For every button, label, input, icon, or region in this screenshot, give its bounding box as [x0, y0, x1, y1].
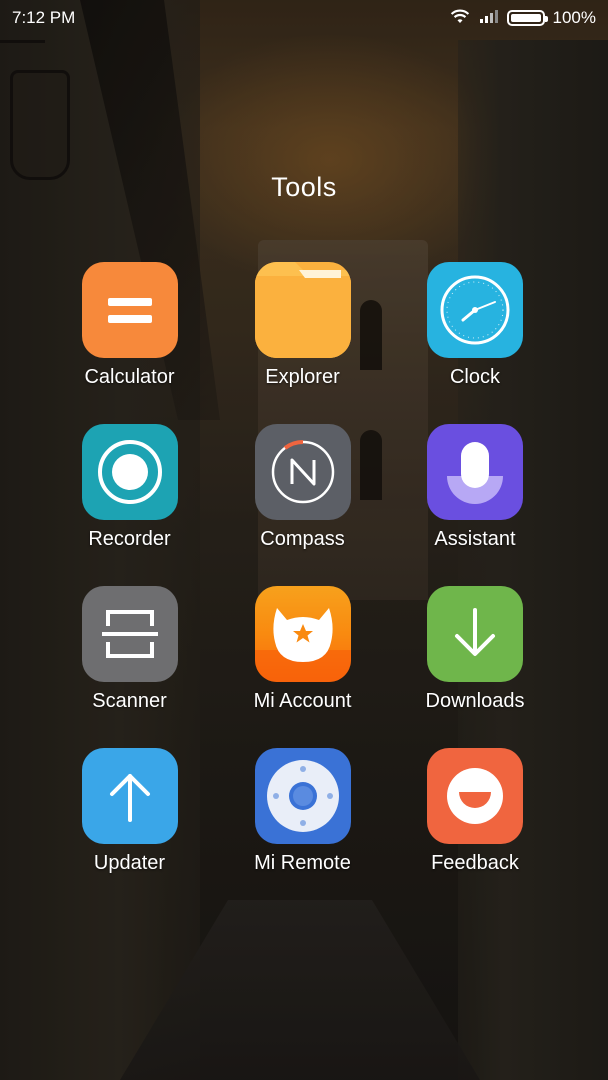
app-downloads[interactable]: Downloads: [389, 586, 561, 748]
folder-app-grid: Calculator Explorer Clock Recorder Compa…: [43, 262, 561, 910]
calculator-icon[interactable]: [81, 262, 178, 358]
folder-title[interactable]: Tools: [0, 172, 608, 203]
app-mi-account[interactable]: Mi Account: [216, 586, 389, 748]
cellular-signal-icon: [479, 8, 499, 28]
app-label-compass: Compass: [260, 528, 345, 550]
battery-icon: [506, 10, 548, 26]
app-label-scanner: Scanner: [92, 690, 167, 712]
clock-icon[interactable]: [427, 262, 523, 358]
status-bar: 7:12 PM 100%: [0, 0, 608, 36]
mi-bunny-icon[interactable]: [254, 586, 351, 682]
app-clock[interactable]: Clock: [389, 262, 561, 424]
app-scanner[interactable]: Scanner: [43, 586, 216, 748]
record-icon[interactable]: [81, 424, 178, 520]
folder-icon[interactable]: [254, 262, 351, 358]
arrow-up-icon[interactable]: [81, 748, 178, 844]
status-time: 7:12 PM: [12, 8, 76, 27]
app-label-explorer: Explorer: [265, 366, 340, 388]
app-label-downloads: Downloads: [425, 690, 525, 712]
app-label-assistant: Assistant: [434, 528, 516, 550]
app-updater[interactable]: Updater: [43, 748, 216, 910]
scanner-icon[interactable]: [81, 586, 178, 682]
battery-level-fill: [510, 14, 541, 22]
app-assistant[interactable]: Assistant: [389, 424, 561, 586]
status-icons: 100%: [449, 8, 596, 29]
app-compass[interactable]: Compass: [216, 424, 389, 586]
app-label-mi-remote: Mi Remote: [254, 852, 351, 874]
remote-icon[interactable]: [254, 748, 351, 844]
app-feedback[interactable]: Feedback: [389, 748, 561, 910]
battery-percent: 100%: [552, 8, 596, 27]
app-label-mi-account: Mi Account: [253, 690, 352, 712]
wifi-icon: [449, 8, 471, 29]
app-recorder[interactable]: Recorder: [43, 424, 216, 586]
app-label-calculator: Calculator: [84, 366, 175, 388]
app-mi-remote[interactable]: Mi Remote: [216, 748, 389, 910]
download-icon[interactable]: [427, 586, 523, 682]
smiley-icon[interactable]: [427, 748, 523, 844]
assistant-icon[interactable]: [427, 424, 523, 520]
app-label-recorder: Recorder: [88, 528, 171, 550]
app-label-clock: Clock: [449, 366, 500, 388]
compass-icon[interactable]: [254, 424, 351, 520]
app-label-updater: Updater: [93, 852, 166, 874]
app-label-feedback: Feedback: [431, 852, 519, 874]
app-calculator[interactable]: Calculator: [43, 262, 216, 424]
app-explorer[interactable]: Explorer: [216, 262, 389, 424]
